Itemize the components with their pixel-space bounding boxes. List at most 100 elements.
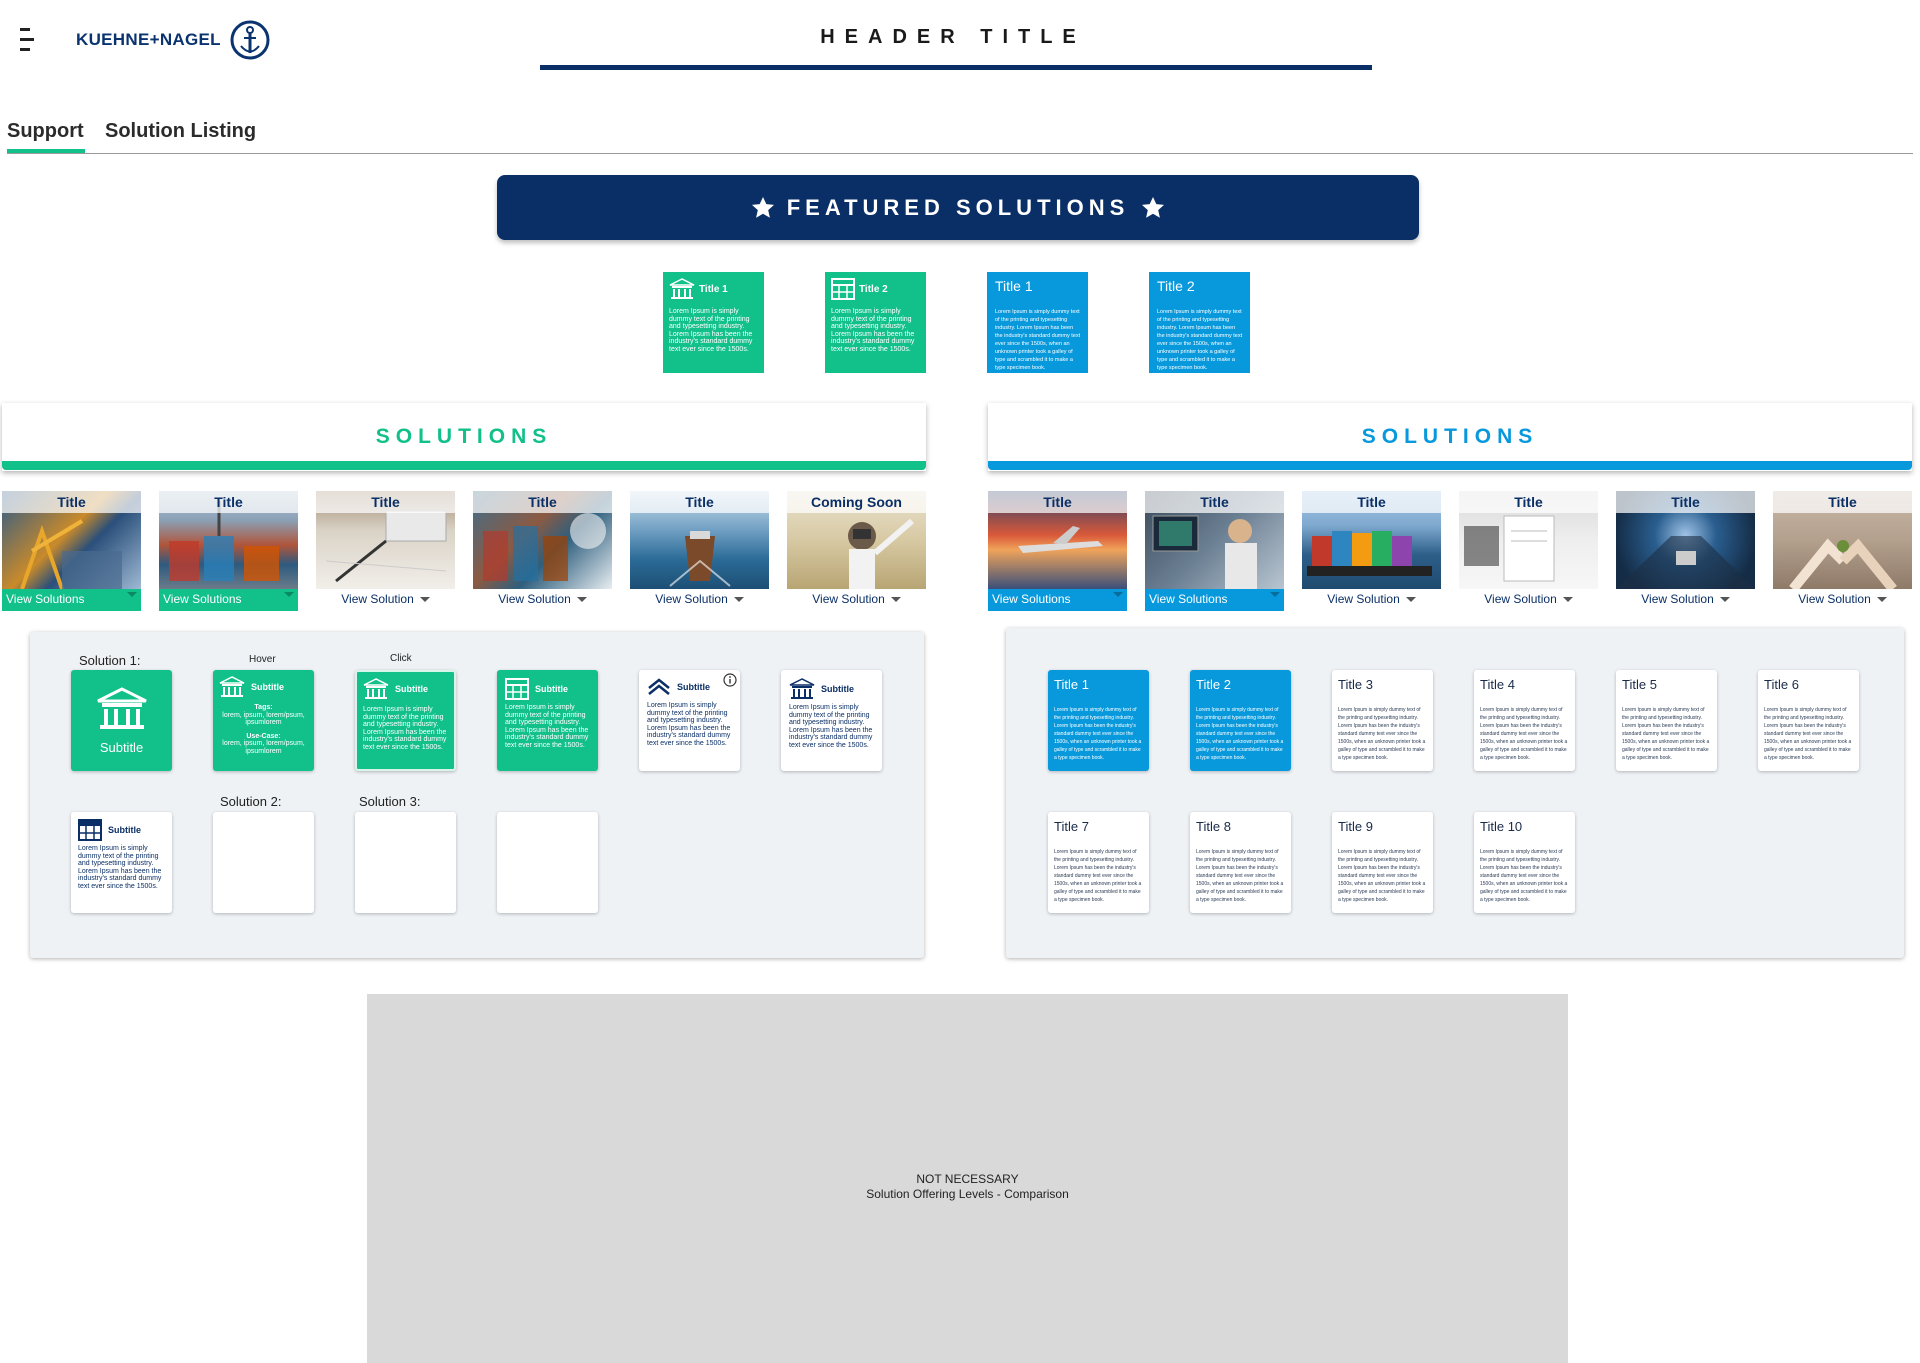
view-solution-button[interactable]: View Solution — [1459, 592, 1598, 606]
solution-1-label: Solution 1: — [79, 653, 141, 668]
solution-card-click[interactable]: Subtitle Lorem Ipsum is simply dummy tex… — [355, 670, 456, 771]
menu-icon[interactable] — [20, 28, 34, 52]
featured-card-body: Lorem Ipsum is simply dummy text of the … — [1157, 309, 1243, 371]
solution-tile[interactable]: Title View Solution — [316, 491, 455, 611]
solution-2-label: Solution 2: — [220, 794, 282, 809]
card-title: Title 4 — [1480, 677, 1515, 692]
solution-tile-title: Title — [57, 494, 86, 510]
left-solutions-accent-bar — [2, 461, 926, 470]
solution-card-hover[interactable]: Subtitle Tags: lorem, ipsum, lorem/psum,… — [213, 670, 314, 771]
chevron-down-icon — [890, 597, 901, 603]
chevron-down-icon — [576, 597, 587, 603]
solution-tile[interactable]: Title View Solution — [1773, 491, 1912, 611]
empty-card[interactable] — [213, 812, 314, 913]
solution-card[interactable]: Title 7 Lorem Ipsum is simply dummy text … — [1048, 812, 1149, 913]
solution-card[interactable]: Title 4 Lorem Ipsum is simply dummy text … — [1474, 670, 1575, 771]
view-solutions-button[interactable]: View Solutions — [1145, 589, 1284, 611]
featured-card[interactable]: Title 1 Lorem Ipsum is simply dummy text… — [987, 272, 1088, 373]
featured-card-title: Title 2 — [859, 283, 888, 295]
solution-tile[interactable]: Coming Soon View Solution — [787, 491, 926, 611]
solution-card[interactable]: Title 9 Lorem Ipsum is simply dummy text … — [1332, 812, 1433, 913]
info-icon[interactable] — [723, 673, 737, 687]
solution-card[interactable]: Subtitle Lorem Ipsum is simply dummy tex… — [71, 812, 172, 913]
solution-card[interactable]: Subtitle Lorem Ipsum is simply dummy tex… — [497, 670, 598, 771]
card-body: Lorem Ipsum is simply dummy text of the … — [505, 704, 589, 749]
logo-text: KUEHNE+NAGEL — [76, 30, 221, 49]
solution-card[interactable]: Title 3 Lorem Ipsum is simply dummy text … — [1332, 670, 1433, 771]
card-body: Lorem Ipsum is simply dummy text of the … — [78, 845, 162, 890]
card-body: Lorem Ipsum is simply dummy text of the … — [1196, 849, 1284, 903]
solution-card[interactable]: Title 6 Lorem Ipsum is simply dummy text … — [1758, 670, 1859, 771]
tabs-divider — [7, 153, 1913, 154]
solution-card[interactable]: Title 10 Lorem Ipsum is simply dummy text… — [1474, 812, 1575, 913]
view-solutions-button[interactable]: View Solutions — [159, 589, 298, 611]
view-solutions-button[interactable]: View Solutions — [2, 589, 141, 611]
bank-icon — [363, 678, 389, 699]
solution-tile-title: Title — [371, 494, 400, 510]
solution-card[interactable]: Title 5 Lorem Ipsum is simply dummy text … — [1616, 670, 1717, 771]
view-solution-label: View Solution — [812, 592, 885, 606]
featured-card[interactable]: Title 1 Lorem Ipsum is simply dummy text… — [663, 272, 764, 373]
solution-card[interactable]: Subtitle — [71, 670, 172, 771]
view-solution-button[interactable]: View Solution — [316, 592, 455, 606]
solution-tile-title: Title — [1357, 494, 1386, 510]
solution-tile[interactable]: Title View Solutions — [1145, 491, 1284, 611]
chevron-down-icon — [1405, 597, 1416, 603]
tags-label: Tags: — [254, 704, 273, 711]
hover-label: Hover — [249, 654, 276, 665]
solution-tile[interactable]: Title View Solutions — [988, 491, 1127, 611]
card-body: Lorem Ipsum is simply dummy text of the … — [1622, 707, 1710, 761]
solution-tile-title: Title — [528, 494, 557, 510]
solution-tile[interactable]: Title View Solution — [1616, 491, 1755, 611]
view-solution-button[interactable]: View Solution — [1302, 592, 1441, 606]
chevron-down-icon — [1876, 597, 1887, 603]
view-solution-label: View Solution — [341, 592, 414, 606]
empty-card[interactable] — [497, 812, 598, 913]
view-solutions-label: View Solutions — [1149, 592, 1228, 606]
solution-card[interactable]: Subtitle Lorem Ipsum is simply dummy tex… — [639, 670, 740, 771]
solution-tile[interactable]: Title View Solutions — [2, 491, 141, 611]
solution-card[interactable]: Title 8 Lorem Ipsum is simply dummy text … — [1190, 812, 1291, 913]
view-solution-button[interactable]: View Solution — [1773, 592, 1912, 606]
solution-tile[interactable]: Title View Solution — [1459, 491, 1598, 611]
tab-solution-listing[interactable]: Solution Listing — [105, 120, 256, 143]
card-title: Title 7 — [1054, 819, 1089, 834]
card-body: Lorem Ipsum is simply dummy text of the … — [1480, 849, 1568, 903]
card-body: Lorem Ipsum is simply dummy text of the … — [647, 702, 731, 747]
card-title: Title 3 — [1338, 677, 1373, 692]
featured-card[interactable]: Title 2 Lorem Ipsum is simply dummy text… — [825, 272, 926, 373]
view-solutions-button[interactable]: View Solutions — [988, 589, 1127, 611]
solution-card[interactable]: Title 2 Lorem Ipsum is simply dummy text … — [1190, 670, 1291, 771]
chevron-down-icon — [1270, 592, 1280, 597]
solution-tile[interactable]: Title View Solution — [1302, 491, 1441, 611]
empty-card[interactable] — [355, 812, 456, 913]
solution-tile[interactable]: Title View Solutions — [159, 491, 298, 611]
chevron-down-icon — [733, 597, 744, 603]
solution-tile[interactable]: Title View Solution — [630, 491, 769, 611]
tab-support[interactable]: Support — [7, 120, 84, 143]
solution-tile[interactable]: Title View Solution — [473, 491, 612, 611]
solution-tile-title: Title — [1514, 494, 1543, 510]
solution-card[interactable]: Subtitle Lorem Ipsum is simply dummy tex… — [781, 670, 882, 771]
header-underline — [540, 65, 1372, 70]
view-solution-button[interactable]: View Solution — [630, 592, 769, 606]
card-subtitle: Subtitle — [677, 682, 710, 692]
featured-card-body: Lorem Ipsum is simply dummy text of the … — [669, 308, 753, 353]
card-subtitle: Subtitle — [108, 825, 141, 835]
right-solutions-accent-bar — [988, 461, 1912, 470]
click-label: Click — [390, 653, 412, 664]
table-icon — [831, 278, 855, 300]
chevron-down-icon — [284, 592, 294, 597]
solution-card[interactable]: Title 1 Lorem Ipsum is simply dummy text … — [1048, 670, 1149, 771]
view-solution-label: View Solution — [1327, 592, 1400, 606]
view-solution-button[interactable]: View Solution — [473, 592, 612, 606]
view-solution-label: View Solution — [1484, 592, 1557, 606]
card-body: Lorem Ipsum is simply dummy text of the … — [363, 706, 447, 751]
solution-tile-title: Title — [1828, 494, 1857, 510]
bank-icon — [219, 676, 245, 697]
view-solution-button[interactable]: View Solution — [787, 592, 926, 606]
placeholder-line-2: Solution Offering Levels - Comparison — [866, 1187, 1069, 1201]
featured-card[interactable]: Title 2 Lorem Ipsum is simply dummy text… — [1149, 272, 1250, 373]
view-solution-button[interactable]: View Solution — [1616, 592, 1755, 606]
chevron-down-icon — [1113, 592, 1123, 597]
